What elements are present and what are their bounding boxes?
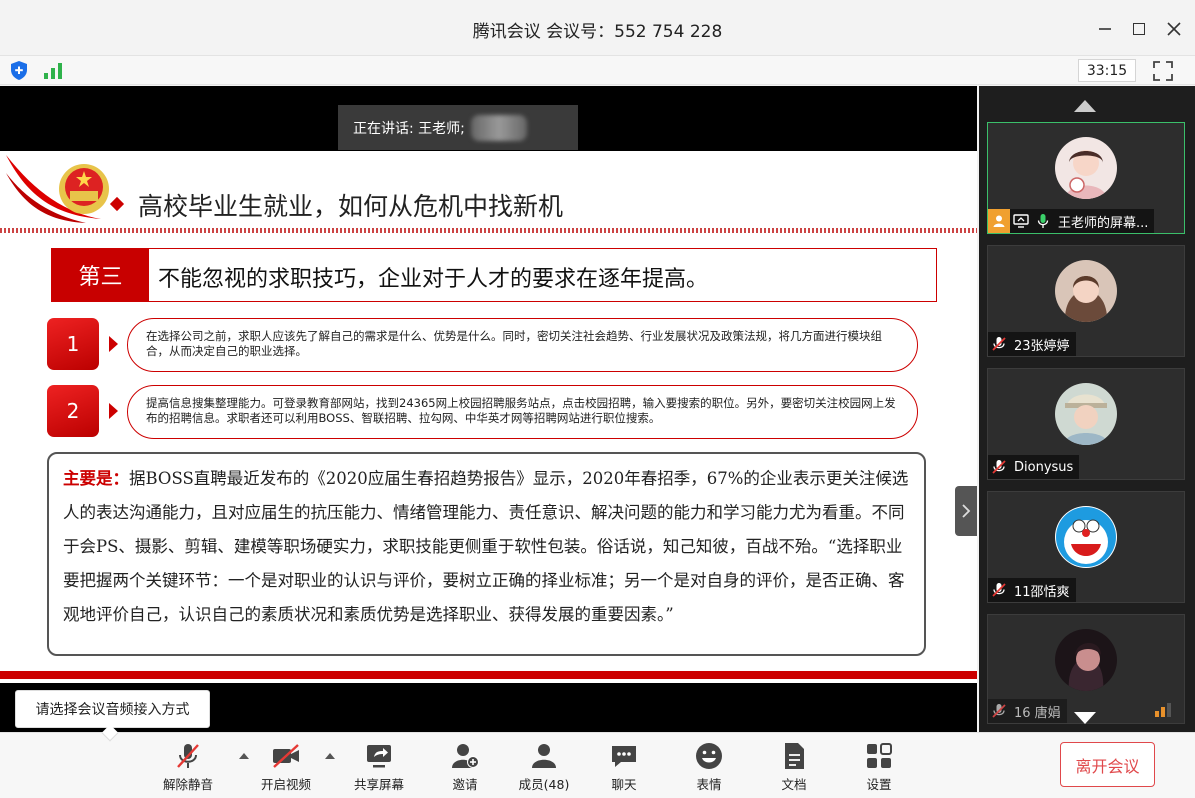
slide-title: 高校毕业生就业，如何从危机中找新机 <box>138 192 564 221</box>
grid-settings-icon <box>867 743 892 768</box>
participant-tile[interactable]: Dionysus <box>987 368 1185 480</box>
point-text-2: 提高信息搜集整理能力。可登录教育部网站，找到24365网上校园招聘服务站点，点击… <box>127 385 918 439</box>
participant-name-bar: 王老师的屏幕... <box>988 209 1155 233</box>
video-off-icon <box>273 744 299 768</box>
start-video-label: 开启视频 <box>260 777 311 792</box>
slide-footer-bar <box>0 671 977 679</box>
mic-on-icon <box>1032 209 1054 233</box>
close-icon[interactable] <box>1161 16 1187 42</box>
host-icon <box>988 209 1010 233</box>
collapse-panel-button[interactable] <box>955 486 977 536</box>
leave-meeting-button[interactable]: 离开会议 <box>1060 742 1155 787</box>
signal-icon[interactable] <box>43 63 63 79</box>
participant-name: 王老师的屏幕... <box>1058 215 1149 231</box>
point-arrow-1 <box>109 336 118 352</box>
docs-button[interactable]: 文档 <box>774 741 814 795</box>
scroll-down-icon[interactable] <box>1074 712 1096 724</box>
add-user-icon <box>452 744 479 768</box>
avatar <box>1055 629 1117 691</box>
meeting-timer: 33:15 <box>1078 59 1136 82</box>
mic-muted-icon <box>988 578 1010 602</box>
share-screen-icon <box>367 745 391 768</box>
start-video-button[interactable]: 开启视频 <box>258 741 314 795</box>
minimize-icon[interactable] <box>1092 16 1118 42</box>
window-title: 腾讯会议 会议号：552 754 228 <box>472 22 723 42</box>
members-icon <box>532 744 556 768</box>
blurred-name <box>470 114 527 141</box>
reactions-label: 表情 <box>696 777 722 792</box>
speaking-indicator: 正在讲话: 王老师; <box>338 105 578 150</box>
hatch-divider <box>0 228 977 233</box>
participant-name: 11邵恬爽 <box>1014 584 1070 600</box>
screen-share-icon <box>1010 209 1032 233</box>
participant-name-bar: 23张婷婷 <box>988 332 1076 356</box>
avatar <box>1055 137 1117 199</box>
main-text: 据BOSS直聘最近发布的《2020应届生春招趋势报告》显示，2020年春招季，6… <box>63 469 909 624</box>
participant-tile[interactable]: 11邵恬爽 <box>987 491 1185 603</box>
mic-muted-icon <box>988 455 1010 479</box>
reactions-button[interactable]: 表情 <box>689 741 729 795</box>
invite-label: 邀请 <box>452 777 478 792</box>
participant-tile[interactable]: 王老师的屏幕... <box>987 122 1185 234</box>
video-options-caret[interactable] <box>325 753 335 759</box>
speaking-label: 正在讲话: 王老师; <box>353 120 465 137</box>
participant-name: 23张婷婷 <box>1014 338 1070 354</box>
avatar <box>1055 260 1117 322</box>
meeting-toolbar: 解除静音 开启视频 共享屏幕 邀请 成员(48) 聊天 表情 文档 设置 离开会… <box>0 732 1195 798</box>
participant-name-bar: Dionysus <box>988 455 1080 479</box>
audio-tooltip[interactable]: 请选择会议音频接入方式 <box>15 690 210 728</box>
participant-tile[interactable]: 23张婷婷 <box>987 245 1185 357</box>
chat-icon <box>612 746 636 767</box>
participant-tile[interactable]: 16 唐娟 <box>987 614 1185 724</box>
share-screen-button[interactable]: 共享屏幕 <box>350 741 408 795</box>
chat-label: 聊天 <box>611 777 637 792</box>
main-text-box: 主要是：据BOSS直聘最近发布的《2020应届生春招趋势报告》显示，2020年春… <box>47 452 926 656</box>
chat-button[interactable]: 聊天 <box>604 741 644 795</box>
avatar <box>1055 383 1117 445</box>
fullscreen-icon[interactable] <box>1152 60 1174 82</box>
slide-header: 高校毕业生就业，如何从危机中找新机 <box>0 151 977 231</box>
members-label: 成员(48) <box>518 777 570 792</box>
unmute-button[interactable]: 解除静音 <box>160 741 216 795</box>
docs-label: 文档 <box>781 777 807 792</box>
emblem-icon <box>6 155 109 223</box>
maximize-icon[interactable] <box>1126 16 1152 42</box>
invite-button[interactable]: 邀请 <box>445 741 485 795</box>
signal-icon <box>1155 703 1171 717</box>
shared-screen-stage: 正在讲话: 王老师; 高校毕业生就业，如何从危机中找新机 第三 不能忽视的求职技… <box>0 86 977 732</box>
shield-icon[interactable] <box>9 60 29 81</box>
members-button[interactable]: 成员(48) <box>514 741 574 795</box>
participant-name: 16 唐娟 <box>1014 705 1061 721</box>
scroll-up-icon[interactable] <box>1074 100 1096 112</box>
settings-label: 设置 <box>866 777 892 792</box>
mic-muted-icon <box>988 332 1010 356</box>
section-heading: 第三 不能忽视的求职技巧，企业对于人才的要求在逐年提高。 <box>51 248 937 302</box>
status-bar: 33:15 <box>0 55 1195 85</box>
settings-button[interactable]: 设置 <box>859 741 899 795</box>
participant-name-bar: 16 唐娟 <box>988 699 1067 723</box>
unmute-label: 解除静音 <box>162 777 213 792</box>
point-arrow-2 <box>109 403 118 419</box>
mic-muted-icon <box>177 744 199 768</box>
share-screen-label: 共享屏幕 <box>353 777 404 792</box>
title-bar: 腾讯会议 会议号：552 754 228 <box>0 0 1195 55</box>
participant-panel: 王老师的屏幕... 23张婷婷 Dionysus 11邵恬爽 16 唐娟 <box>979 86 1195 732</box>
document-icon <box>785 743 804 769</box>
emoji-icon <box>696 743 722 769</box>
mic-muted-icon <box>988 699 1010 723</box>
audio-options-caret[interactable] <box>239 753 249 759</box>
point-number-1: 1 <box>47 318 99 370</box>
section-text: 不能忽视的求职技巧，企业对于人才的要求在逐年提高。 <box>158 267 709 292</box>
participant-name-bar: 11邵恬爽 <box>988 578 1076 602</box>
point-number-2: 2 <box>47 385 99 437</box>
point-text-1: 在选择公司之前，求职人应该先了解自己的需求是什么、优势是什么。同时，密切关注社会… <box>127 318 918 372</box>
presentation-slide: 高校毕业生就业，如何从危机中找新机 第三 不能忽视的求职技巧，企业对于人才的要求… <box>0 151 977 683</box>
participant-name: Dionysus <box>1014 459 1074 475</box>
avatar <box>1055 506 1117 568</box>
main-label: 主要是： <box>63 469 129 488</box>
section-label: 第三 <box>52 249 149 301</box>
